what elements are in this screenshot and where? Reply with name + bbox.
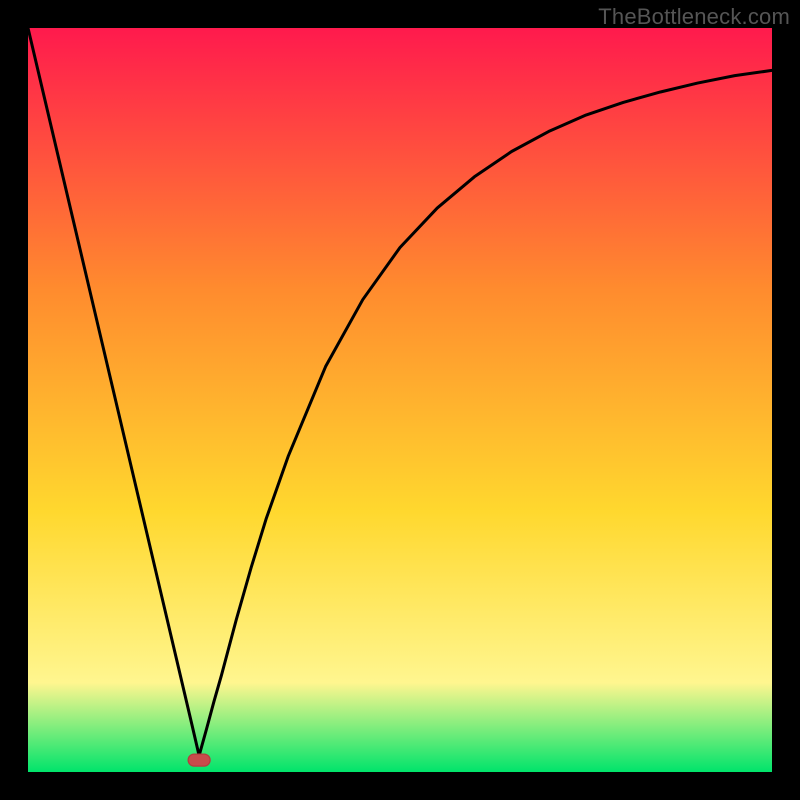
bottleneck-chart-svg <box>28 28 772 772</box>
optimal-point-marker <box>188 754 210 766</box>
chart-frame <box>28 28 772 772</box>
gradient-background <box>28 28 772 772</box>
watermark-text: TheBottleneck.com <box>598 4 790 30</box>
